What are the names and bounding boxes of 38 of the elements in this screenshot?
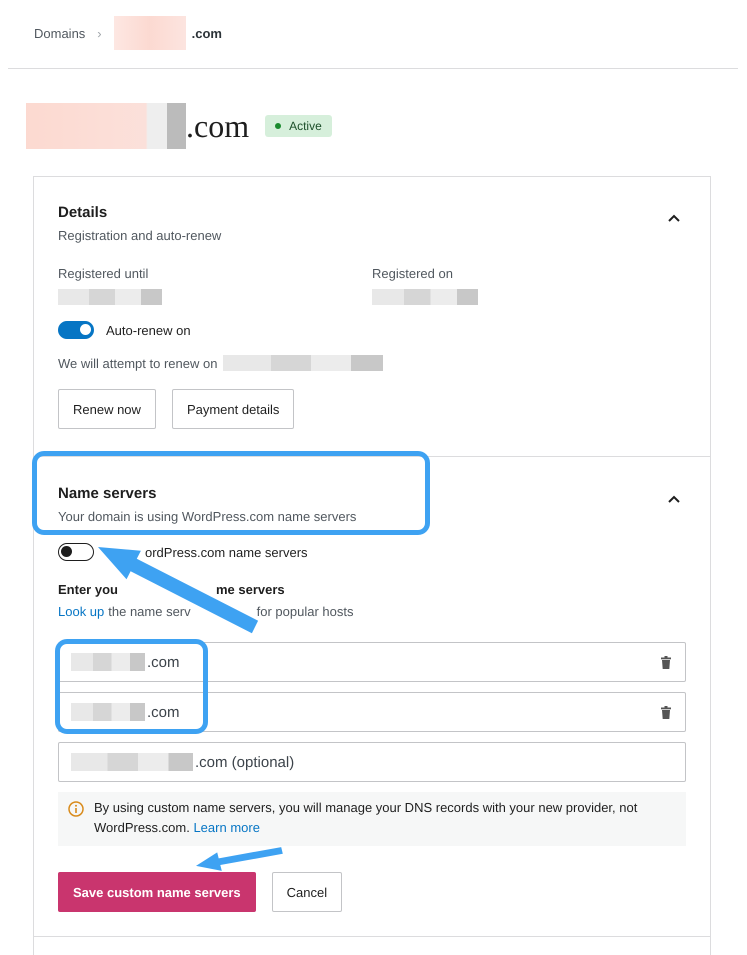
trash-icon[interactable] xyxy=(661,656,671,668)
input-field[interactable]: .com xyxy=(58,692,686,732)
renew-text: We will attempt to renew on xyxy=(58,356,218,370)
lookup-link[interactable]: Look up xyxy=(58,604,104,619)
breadcrumb-link[interactable]: Domains xyxy=(34,26,86,40)
section-title: Details xyxy=(58,204,108,222)
cancel-button[interactable]: Cancel xyxy=(272,872,342,912)
toggle-label: ordPress.com name servers xyxy=(145,544,308,560)
chevron-icon[interactable] xyxy=(668,214,680,222)
field-value: .com xyxy=(147,654,180,670)
chevron-icon[interactable] xyxy=(668,495,680,503)
info-icon xyxy=(68,801,84,817)
notice-text: By using custom name servers, you will manage your DNS records with your new provider, not WordPress.com. Learn more xyxy=(94,799,638,838)
learn-more-link[interactable]: Learn more xyxy=(193,820,260,836)
lookup-text: the name serv xyxy=(108,604,191,619)
subsection-heading: Enter you xyxy=(58,582,118,597)
section-subtitle: Registration and auto-renew xyxy=(58,228,222,244)
toggle-switch[interactable] xyxy=(58,543,94,561)
input-field[interactable]: .com xyxy=(58,642,686,682)
lookup-text: for popular hosts xyxy=(256,604,354,619)
breadcrumb-current: .com xyxy=(192,26,222,40)
section-title: Name servers xyxy=(58,485,158,503)
subsection-heading: me servers xyxy=(216,582,285,597)
secondary-button[interactable]: Payment details xyxy=(172,389,294,429)
field-value: .com (optional) xyxy=(195,754,294,770)
toggle-switch[interactable] xyxy=(58,321,94,339)
secondary-button[interactable]: Renew now xyxy=(58,389,156,429)
trash-icon[interactable] xyxy=(661,706,671,718)
field-value: .com xyxy=(147,704,180,720)
domain-title: .com xyxy=(186,108,250,144)
breadcrumb-separator: › xyxy=(97,26,102,40)
field-label: Registered until xyxy=(58,266,150,281)
input-field[interactable]: .com (optional) xyxy=(58,742,686,782)
toggle-label: Auto-renew on xyxy=(106,322,191,338)
status-badge: Active xyxy=(265,115,332,137)
section-subtitle: Your domain is using WordPress.com name servers xyxy=(58,509,356,525)
save-button[interactable]: Save custom name servers xyxy=(58,872,256,912)
field-label: Registered on xyxy=(372,266,454,281)
